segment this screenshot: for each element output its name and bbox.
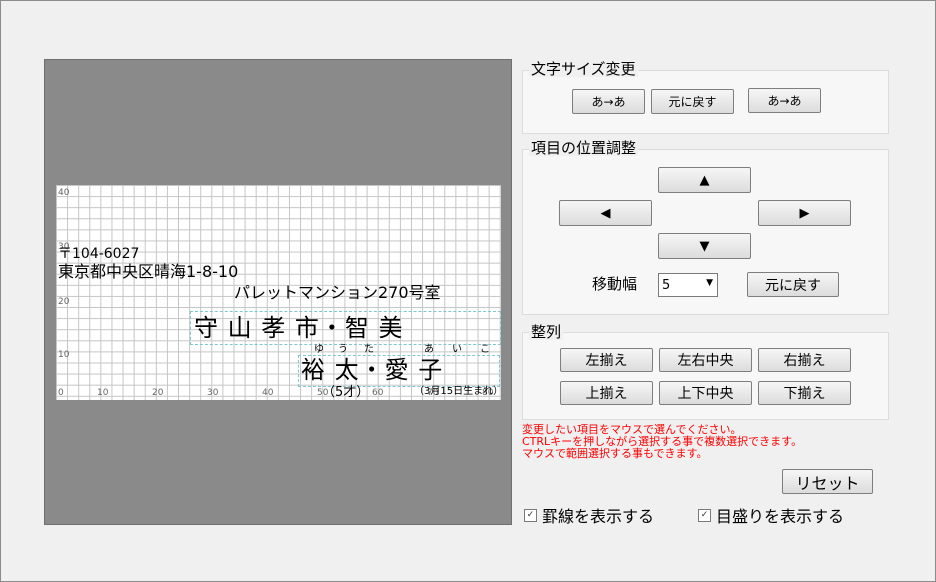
x-tick: 40 [262,388,274,398]
instruction-text: 変更したい項目をマウスで選んでください。 CTRLキーを押しながら選択する事で複… [522,424,802,460]
move-down-button[interactable]: ▼ [658,233,751,259]
reset-position-button[interactable]: 元に戻す [747,272,839,297]
name-line-2[interactable]: 裕 太・愛 子 [301,358,443,382]
age-note[interactable]: （5才） [322,386,369,399]
x-tick: 10 [97,388,109,398]
ruby-char[interactable]: ゆ [314,345,324,355]
show-ruled-lines-label: 罫線を表示する [542,507,655,526]
step-select[interactable]: 5 ▼ [658,273,718,297]
align-hcenter-button[interactable]: 左右中央 [659,348,752,372]
shrink-font-button[interactable]: あ→あ [748,88,821,113]
align-top-button[interactable]: 上揃え [560,381,653,405]
align-bottom-button[interactable]: 下揃え [758,381,851,405]
font-size-group-title: 文字サイズ変更 [529,60,638,78]
address-line-2[interactable]: パレットマンション270号室 [234,285,441,301]
name-line-1[interactable]: 守 山 孝 市・智 美 [194,316,404,340]
show-ruled-lines-checkbox[interactable]: ✓ 罫線を表示する [524,503,654,527]
layout-window: 40 30 20 10 0 10 20 30 40 50 60 70 80 〒1… [0,0,936,582]
move-right-button[interactable]: ▶ [758,200,851,226]
x-tick: 60 [372,388,384,398]
align-group-title: 整列 [529,323,564,341]
y-tick: 40 [58,188,70,198]
show-scale-label: 目盛りを表示する [716,507,845,526]
postal-code[interactable]: 〒104-6027 [58,247,139,261]
hint-line: マウスで範囲選択する事もできます。 [522,447,708,460]
step-select-value: 5 [662,277,671,293]
card-preview[interactable]: 40 30 20 10 0 10 20 30 40 50 60 70 80 〒1… [56,185,501,400]
y-tick: 10 [58,350,70,360]
reset-font-button[interactable]: 元に戻す [651,89,734,114]
y-tick: 20 [58,297,70,307]
show-scale-checkbox[interactable]: ✓ 目盛りを表示する [698,503,844,527]
align-left-button[interactable]: 左揃え [560,348,653,372]
step-label: 移動幅 [592,275,638,293]
checkbox-checked-icon[interactable]: ✓ [524,508,537,522]
reset-all-button[interactable]: リセット [782,469,873,494]
ruby-char[interactable]: う [338,345,348,355]
align-vcenter-button[interactable]: 上下中央 [659,381,752,405]
move-left-button[interactable]: ◀ [559,200,652,226]
align-right-button[interactable]: 右揃え [758,348,851,372]
x-tick-origin: 0 [58,388,64,398]
x-tick: 20 [152,388,164,398]
ruby-char[interactable]: た [364,345,374,355]
address-line-1[interactable]: 東京都中央区晴海1-8-10 [58,264,238,280]
ruby-char[interactable]: あ [424,345,434,355]
enlarge-font-button[interactable]: あ→あ [572,89,645,114]
align-group [522,332,889,420]
birth-note[interactable]: （3月15日生まれ） [414,387,501,397]
checkbox-checked-icon[interactable]: ✓ [698,508,711,522]
ruby-char[interactable]: い [452,345,462,355]
move-up-button[interactable]: ▲ [658,167,751,193]
preview-panel: 40 30 20 10 0 10 20 30 40 50 60 70 80 〒1… [44,59,512,525]
position-group-title: 項目の位置調整 [529,139,639,157]
x-tick: 30 [207,388,219,398]
chevron-down-icon: ▼ [706,278,713,288]
ruby-char[interactable]: こ [480,345,490,355]
